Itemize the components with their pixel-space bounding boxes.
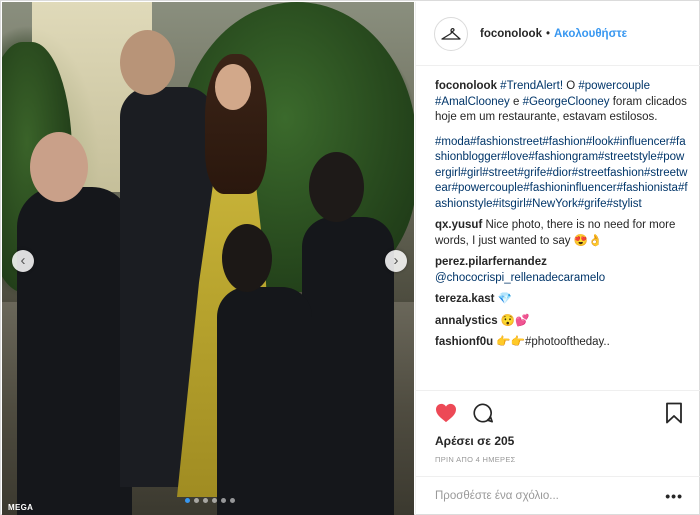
comment-item: qx.yusuf Nice photo, there is no need fo… xyxy=(435,218,689,249)
post-photo[interactable]: MEGA ‹ › xyxy=(2,2,414,515)
caption-text-segment: e xyxy=(509,95,523,108)
carousel-prev-button[interactable]: ‹ xyxy=(12,250,34,272)
post-username[interactable]: foconolook xyxy=(480,28,542,40)
comment-item: tereza.kast 💎 xyxy=(435,292,689,308)
comment-item: perez.pilarfernandez @chococrispi_rellen… xyxy=(435,255,689,286)
photo-man-left xyxy=(17,187,132,515)
follow-button[interactable]: Ακολουθήστε xyxy=(554,28,627,40)
carousel-dot xyxy=(212,498,217,503)
comment-username[interactable]: annalystics xyxy=(435,315,498,327)
likes-count[interactable]: Αρέσει σε 205 xyxy=(435,434,683,448)
caption-text-segment: O xyxy=(563,80,579,92)
photo-george-head xyxy=(120,30,175,95)
caption-hashtag[interactable]: #TrendAlert! xyxy=(500,80,563,92)
comment-text[interactable]: @chococrispi_rellenadecaramelo xyxy=(435,272,605,284)
photo-man-right-head xyxy=(309,152,364,222)
comment-input[interactable]: Προσθέστε ένα σχόλιο... xyxy=(435,490,665,502)
comment-text: 😯💕 xyxy=(500,314,530,327)
photo-credit: MEGA xyxy=(8,503,34,512)
photo-man-center xyxy=(217,287,312,515)
hanger-icon xyxy=(441,27,461,40)
carousel-dot xyxy=(230,498,235,503)
comment-icon[interactable] xyxy=(471,402,495,424)
carousel-dot xyxy=(203,498,208,503)
carousel-indicator xyxy=(185,498,235,503)
chevron-left-icon: ‹ xyxy=(20,252,26,269)
chevron-right-icon: › xyxy=(393,252,399,269)
caption-hashtag[interactable]: #AmalClooney xyxy=(435,96,510,108)
avatar[interactable] xyxy=(434,16,468,51)
comment-username[interactable]: perez.pilarfernandez xyxy=(435,256,547,268)
comments-list: foconolook #TrendAlert! O #powercouple #… xyxy=(435,79,689,391)
post-actions: Αρέσει σε 205 ΠΡΙΝ ΑΠΟ 4 ΗΜΕΡΕΣ xyxy=(416,390,700,464)
photo-man-left-head xyxy=(30,132,88,202)
heart-icon[interactable] xyxy=(435,403,457,423)
comment-username[interactable]: qx.yusuf xyxy=(435,219,482,231)
post-caption: foconolook #TrendAlert! O #powercouple #… xyxy=(435,79,689,126)
carousel-dot xyxy=(194,498,199,503)
caption-hashtag[interactable]: #GeorgeClooney xyxy=(523,96,610,108)
action-icons-row xyxy=(435,401,683,425)
caption-hashtag[interactable]: #powercouple xyxy=(578,80,650,92)
photo-amal-face xyxy=(215,64,251,110)
comment-item: fashionf0u 👉👉#photooftheday.. xyxy=(435,335,689,351)
carousel-next-button[interactable]: › xyxy=(385,250,407,272)
header-separator: • xyxy=(545,27,550,40)
add-comment-bar: Προσθέστε ένα σχόλιο... ••• xyxy=(416,476,700,515)
caption-username[interactable]: foconolook xyxy=(435,80,497,92)
comment-username[interactable]: fashionf0u xyxy=(435,336,493,348)
photo-man-center-head xyxy=(222,224,272,292)
bookmark-icon[interactable] xyxy=(665,402,683,424)
post-timestamp: ΠΡΙΝ ΑΠΟ 4 ΗΜΕΡΕΣ xyxy=(435,455,516,464)
comment-text: 💎 xyxy=(497,293,512,305)
post-header: foconolook • Ακολουθήστε xyxy=(416,2,700,66)
more-options-button[interactable]: ••• xyxy=(665,488,683,504)
comment-text: 👉👉#photooftheday.. xyxy=(496,336,610,348)
comment-item: annalystics 😯💕 xyxy=(435,314,689,330)
post-sidebar: foconolook • Ακολουθήστε foconolook #Tre… xyxy=(415,2,700,515)
instagram-post: MEGA ‹ › foconolook • Ακολουθήστε focono… xyxy=(0,0,700,515)
caption-hashtags[interactable]: #moda#fashionstreet#fashion#look#influen… xyxy=(435,135,689,213)
photo-man-right xyxy=(302,217,394,515)
carousel-dot xyxy=(221,498,226,503)
comment-username[interactable]: tereza.kast xyxy=(435,293,494,305)
carousel-dot xyxy=(185,498,190,503)
